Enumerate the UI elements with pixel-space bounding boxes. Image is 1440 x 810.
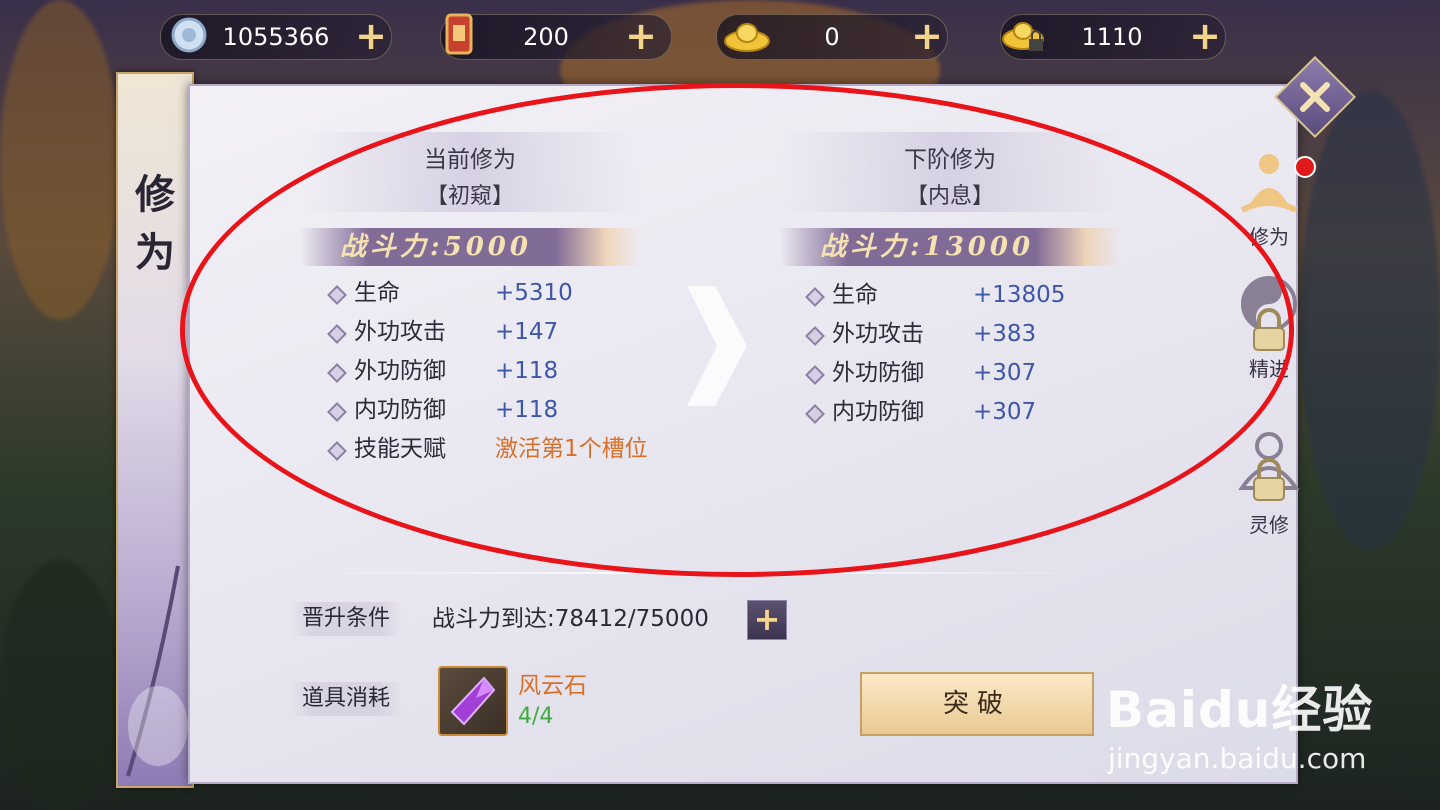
current-power: 战斗力:5000	[340, 232, 532, 262]
diamond-bullet-icon	[327, 324, 347, 344]
tab-cultivation[interactable]: 修为	[1224, 130, 1316, 250]
stat-row: 内功防御 +118	[327, 393, 670, 427]
stat-row: 外功防御 +307	[805, 356, 1148, 390]
add-locked-gold-button[interactable]: +	[1187, 17, 1223, 55]
item-name: 风云石	[518, 673, 587, 699]
section-banner: 修 为	[116, 72, 194, 788]
banner-char-2: 为	[135, 229, 175, 276]
stat-value: +118	[495, 358, 559, 384]
stat-row: 生命 +5310	[327, 276, 670, 310]
stat-row: 外功攻击 +147	[327, 315, 670, 349]
gold-amount: 0	[824, 23, 840, 51]
item-slot-fengyun-stone[interactable]	[438, 666, 508, 736]
banner-char-1: 修	[135, 171, 175, 218]
locked-ingot-icon	[1001, 11, 1049, 59]
next-title: 下阶修为	[904, 147, 996, 173]
add-token-button[interactable]: +	[623, 17, 659, 55]
stat-label: 生命	[832, 282, 878, 308]
add-gold-button[interactable]: +	[909, 17, 945, 55]
condition-tag: 晋升条件	[290, 602, 403, 636]
stat-label: 内功防御	[354, 397, 446, 423]
stat-value: +147	[495, 319, 559, 345]
stat-value: +307	[973, 360, 1037, 386]
item-count: 4/4	[518, 704, 554, 729]
gold-ingot-icon	[723, 11, 771, 59]
currency-bar-gold: 0 +	[716, 14, 948, 60]
current-title: 当前修为	[424, 147, 516, 173]
stat-row: 技能天赋 激活第1个槽位	[327, 432, 670, 466]
diamond-bullet-icon	[327, 363, 347, 383]
arrow-right-icon	[687, 286, 747, 406]
stat-value: +307	[973, 399, 1037, 425]
diamond-bullet-icon	[805, 365, 825, 385]
next-header: 下阶修为 【内息】	[780, 132, 1120, 212]
stat-value: +13805	[973, 282, 1066, 308]
diamond-bullet-icon	[805, 404, 825, 424]
stat-value: +118	[495, 397, 559, 423]
next-power: 战斗力:13000	[820, 232, 1035, 262]
token-amount: 200	[523, 23, 569, 51]
currency-bar-silver: 1055366 +	[160, 14, 392, 60]
current-power-band: 战斗力:5000	[300, 228, 640, 266]
add-silver-button[interactable]: +	[353, 17, 389, 55]
diamond-bullet-icon	[805, 326, 825, 346]
lock-icon	[1253, 308, 1285, 351]
condition-text: 战斗力到达:78412/75000	[432, 606, 709, 632]
notification-dot	[1294, 156, 1316, 178]
stat-value: 激活第1个槽位	[495, 436, 648, 462]
tab-label: 灵修	[1249, 513, 1289, 537]
currency-bar-locked-gold: 1110 +	[1000, 14, 1226, 60]
crystal-icon	[450, 676, 496, 726]
breakthrough-button[interactable]: 突破	[860, 672, 1094, 736]
increase-power-button[interactable]: +	[747, 600, 787, 640]
tab-label: 修为	[1249, 225, 1289, 249]
stat-label: 技能天赋	[354, 436, 446, 462]
diamond-bullet-icon	[327, 285, 347, 305]
current-header: 当前修为 【初窥】	[300, 132, 640, 212]
crane-decoration	[126, 565, 188, 777]
stat-row: 外功攻击 +383	[805, 317, 1148, 351]
stat-label: 外功防御	[354, 358, 446, 384]
watermark-brand: Baidu经验	[1106, 681, 1374, 739]
silver-amount: 1055366	[222, 23, 330, 51]
stat-label: 外功防御	[832, 360, 924, 386]
silver-coin-icon	[165, 11, 213, 59]
stat-value: +383	[973, 321, 1037, 347]
tab-refinement[interactable]: 精进	[1224, 262, 1314, 382]
current-stage: 【初窥】	[425, 184, 514, 209]
stat-label: 外功攻击	[354, 319, 446, 345]
lock-icon	[1253, 458, 1285, 501]
divider	[300, 572, 1100, 574]
watermark: Baidu经验 jingyan.baidu.com	[1100, 650, 1430, 780]
next-power-band: 战斗力:13000	[780, 228, 1120, 266]
consume-tag: 道具消耗	[290, 682, 403, 716]
diamond-bullet-icon	[327, 402, 347, 422]
tab-spirit[interactable]: 灵修	[1224, 418, 1314, 538]
diamond-bullet-icon	[327, 441, 347, 461]
tab-label: 精进	[1249, 357, 1289, 381]
stat-value: +5310	[495, 280, 573, 306]
currency-bar-token: 200 +	[440, 13, 672, 60]
token-icon	[435, 11, 483, 59]
stat-row: 外功防御 +118	[327, 354, 670, 388]
stat-label: 内功防御	[832, 399, 924, 425]
next-stage: 【内息】	[905, 184, 994, 209]
watermark-url: jingyan.baidu.com	[1108, 742, 1367, 775]
stat-row: 生命 +13805	[805, 278, 1148, 312]
diamond-bullet-icon	[805, 287, 825, 307]
stat-label: 生命	[354, 280, 400, 306]
stat-row: 内功防御 +307	[805, 395, 1148, 429]
close-icon	[1300, 82, 1330, 112]
locked-gold-amount: 1110	[1081, 23, 1143, 51]
stat-label: 外功攻击	[832, 321, 924, 347]
